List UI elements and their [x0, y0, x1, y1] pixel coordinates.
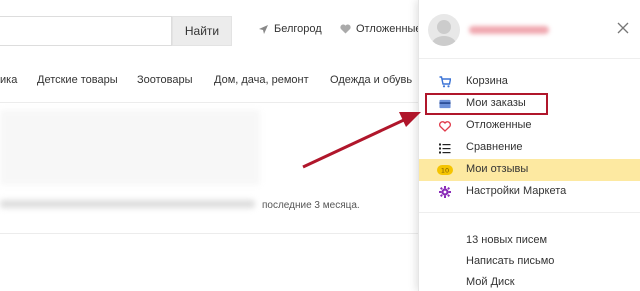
menu-item-my-reviews[interactable]: 10 Мои отзывы: [419, 159, 640, 181]
svg-text:10: 10: [441, 167, 449, 175]
info-text: последние 3 месяца.: [262, 200, 360, 211]
search-input[interactable]: [0, 16, 172, 46]
search-button[interactable]: Найти: [172, 16, 232, 46]
saved-link[interactable]: Отложенные: [340, 23, 422, 35]
review-badge-icon: 10: [437, 164, 453, 176]
category-link[interactable]: Зоотовары: [137, 74, 193, 86]
menu-item-label: Настройки Маркета: [466, 185, 567, 197]
list-icon: [439, 142, 451, 154]
blurred-text: [0, 200, 255, 208]
menu-item-label: Корзина: [466, 75, 508, 87]
category-link[interactable]: Детские товары: [37, 74, 118, 86]
divider: [0, 102, 418, 103]
blurred-content: [0, 110, 260, 185]
divider: [0, 233, 418, 234]
username-blurred: [469, 26, 549, 34]
mail-write-link[interactable]: Написать письмо: [466, 255, 554, 267]
close-icon[interactable]: [617, 22, 629, 34]
menu-item-label: Мои отзывы: [466, 163, 529, 175]
heart-icon: [340, 24, 351, 34]
cart-icon: [439, 76, 451, 88]
mail-new-messages-link[interactable]: 13 новых писем: [466, 234, 547, 246]
saved-label: Отложенные: [356, 23, 422, 35]
menu-item-market-settings[interactable]: Настройки Маркета: [419, 181, 640, 203]
user-menu-header: [419, 0, 640, 58]
menu-item-label: Сравнение: [466, 141, 523, 153]
divider: [419, 58, 640, 59]
gear-icon: [439, 186, 451, 198]
category-link[interactable]: Одежда и обувь: [330, 74, 412, 86]
avatar[interactable]: [428, 14, 460, 46]
user-menu-dropdown: Корзина Мои заказы Отложенные Сравнение …: [418, 0, 640, 291]
menu-item-saved[interactable]: Отложенные: [419, 115, 640, 137]
menu-item-label: Отложенные: [466, 119, 532, 131]
divider: [419, 212, 640, 213]
location-arrow-icon: [259, 24, 268, 34]
category-link[interactable]: ика: [0, 74, 17, 86]
annotation-highlight-box: [425, 93, 548, 115]
menu-item-cart[interactable]: Корзина: [419, 71, 640, 93]
heart-icon: [439, 120, 451, 132]
category-link[interactable]: Дом, дача, ремонт: [214, 74, 309, 86]
region-selector[interactable]: Белгород: [258, 23, 322, 35]
menu-item-compare[interactable]: Сравнение: [419, 137, 640, 159]
disk-link[interactable]: Мой Диск: [466, 276, 515, 288]
region-label: Белгород: [274, 23, 322, 35]
